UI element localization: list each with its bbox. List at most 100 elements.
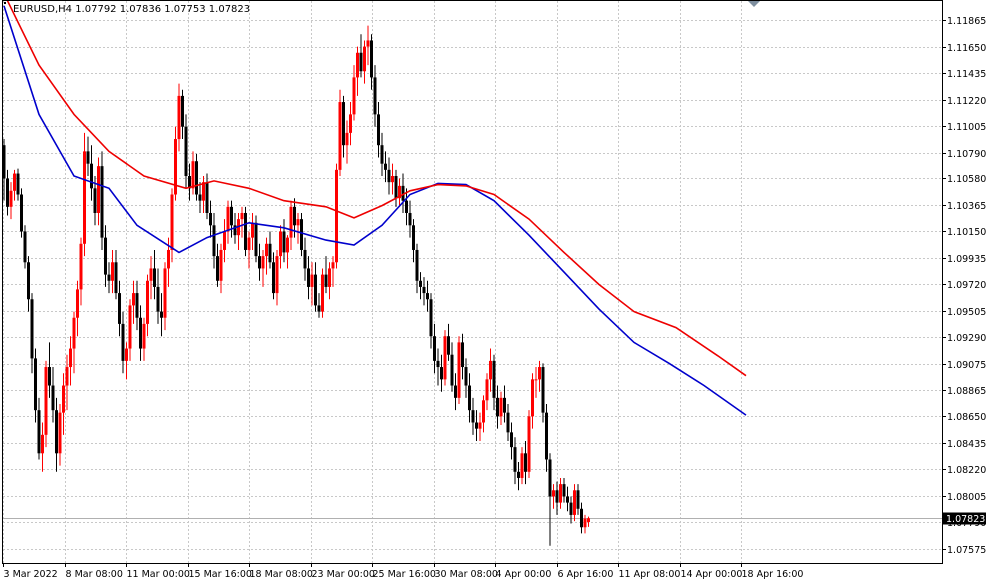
candle-body <box>177 95 181 140</box>
time-tick-label: 23 Mar 00:00 <box>312 569 375 580</box>
candle-body <box>384 163 387 170</box>
price-tick-label: 1.10580 <box>947 174 986 185</box>
candle-body <box>370 40 373 78</box>
candle-body <box>146 280 149 324</box>
candle-body <box>492 360 496 398</box>
candle-body <box>527 416 531 472</box>
time-tick-label: 8 Mar 08:00 <box>66 569 123 580</box>
candle-body <box>576 490 580 509</box>
candle-body <box>538 367 541 380</box>
candle-body <box>16 173 20 195</box>
candle-body <box>121 323 125 361</box>
candle-body <box>195 161 198 195</box>
candle-body <box>72 317 76 349</box>
candle-body <box>419 280 422 287</box>
candle-body <box>34 358 37 411</box>
candle-body <box>107 274 111 281</box>
candle-body <box>510 432 513 448</box>
candle-body <box>51 385 55 411</box>
candle-body <box>286 237 289 253</box>
candle-body <box>363 46 366 72</box>
candle-body <box>436 360 440 368</box>
candle-body <box>513 447 517 472</box>
candle-body <box>100 166 104 238</box>
candle-body <box>331 262 335 269</box>
candle <box>443 330 447 386</box>
candle-body <box>359 52 363 72</box>
candle-body <box>261 256 265 269</box>
candle <box>300 212 303 257</box>
candle-body <box>303 249 307 269</box>
candle-body <box>555 490 559 503</box>
price-tick-label: 1.09935 <box>947 254 986 265</box>
candle-body <box>583 518 587 528</box>
candle-body <box>307 268 310 287</box>
candle-body <box>366 40 370 47</box>
candle <box>44 360 48 448</box>
price-axis[interactable]: 1.11865 1.11650 1.11435 1.11220 1.11005 1.107… <box>942 16 986 556</box>
candle-body <box>90 163 93 189</box>
candle-body <box>142 323 146 349</box>
candle-body <box>534 379 538 381</box>
candle-body <box>27 262 30 300</box>
time-tick-label: 18 Mar 08:00 <box>250 569 313 580</box>
candle-body <box>125 348 128 361</box>
time-tick-label: 11 Mar 00:00 <box>127 569 190 580</box>
candle-body <box>545 412 548 460</box>
candle-body <box>296 219 300 226</box>
candle-body <box>244 212 247 250</box>
candle-body <box>212 225 216 257</box>
candle-body <box>373 77 377 115</box>
candle-body <box>139 317 142 349</box>
candle-body <box>209 212 212 226</box>
candle-body <box>485 379 489 401</box>
candle-body <box>118 293 121 324</box>
candle-body <box>9 190 13 207</box>
candle-body <box>289 206 293 238</box>
candle-body <box>412 225 415 250</box>
candle <box>338 89 342 177</box>
candle-body <box>23 231 27 263</box>
price-tick-label: 1.07575 <box>947 545 986 556</box>
candle-body <box>279 231 282 257</box>
candle-body <box>240 212 244 220</box>
candle-body <box>13 173 16 191</box>
candle-body <box>496 397 499 417</box>
candle-body <box>321 274 324 312</box>
candle-body <box>443 336 447 380</box>
candle-body <box>163 268 167 318</box>
price-tick-label: 1.11005 <box>947 122 986 133</box>
candle-body <box>254 222 258 257</box>
candle <box>20 188 23 238</box>
candle-body <box>114 262 118 294</box>
price-chart[interactable]: 1.11865 1.11650 1.11435 1.11220 1.11005 1.107… <box>0 0 988 580</box>
candle-body <box>282 231 286 253</box>
candle-body <box>86 151 90 164</box>
price-tick-label: 1.08865 <box>947 386 986 397</box>
candle-body <box>531 379 534 417</box>
candle-body <box>562 484 566 497</box>
candle <box>321 268 324 318</box>
chart-window[interactable]: 1.11865 1.11650 1.11435 1.11220 1.11005 1.107… <box>0 0 988 580</box>
candle-body <box>167 249 170 269</box>
candle-body <box>300 219 303 250</box>
candle-body <box>468 385 471 411</box>
candle <box>457 336 461 405</box>
candle-body <box>338 102 342 170</box>
candle-body <box>408 212 412 226</box>
candle-body <box>489 360 492 380</box>
candle-body <box>440 367 443 380</box>
price-tick-label: 1.08435 <box>947 439 986 450</box>
candle-body <box>37 410 41 454</box>
candle-body <box>380 145 384 164</box>
candle-body <box>20 194 23 232</box>
candle-body <box>345 132 349 146</box>
candle-body <box>457 342 461 398</box>
candle-body <box>429 299 433 337</box>
time-tick-label: 15 Mar 16:00 <box>189 569 252 580</box>
price-tick-label: 1.09075 <box>947 360 986 371</box>
price-tick-label: 1.11865 <box>947 16 986 27</box>
candle-body <box>314 274 317 306</box>
candle-body <box>65 367 69 386</box>
candle-body <box>569 502 573 515</box>
